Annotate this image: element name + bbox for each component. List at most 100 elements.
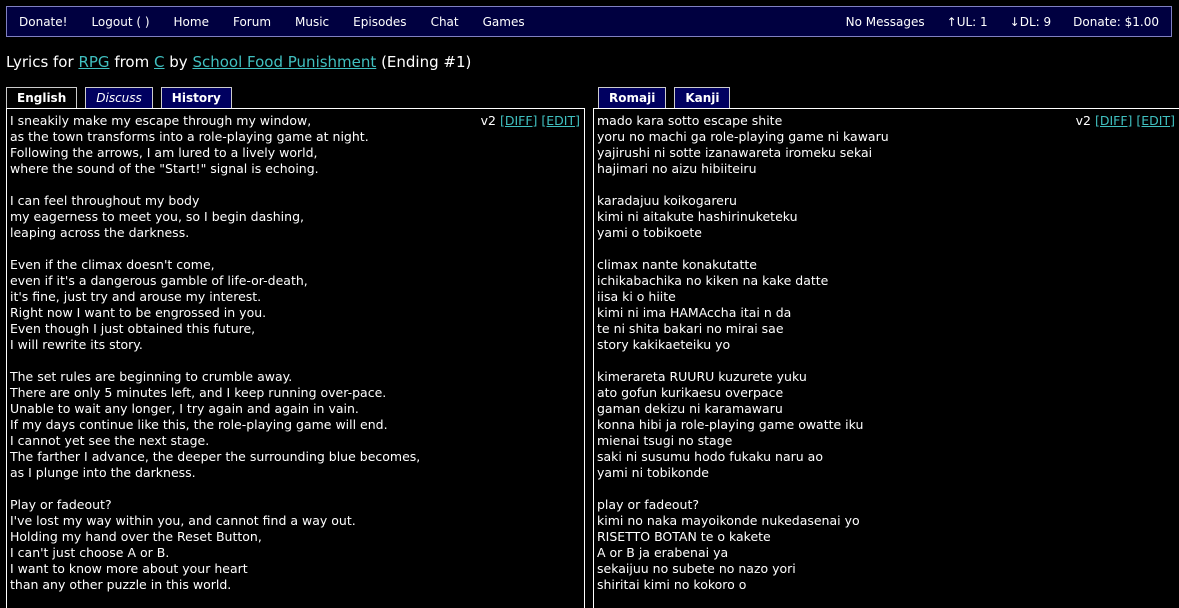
nav-chat-link[interactable]: Chat (431, 15, 459, 29)
lyric-line: climax nante konakutatte (597, 257, 757, 272)
donate-total: Donate: $1.00 (1073, 14, 1159, 29)
tab-history[interactable]: History (160, 87, 232, 108)
left-version-info: v2 [DIFF] [EDIT] (481, 113, 580, 129)
lyric-line (10, 481, 581, 497)
lyric-line: where the sound of the "Start!" signal i… (10, 161, 319, 176)
lyric-line: Following the arrows, I am lured to a li… (10, 145, 318, 160)
lyric-line: yami ni tobikonde (597, 465, 709, 480)
lyric-line: There are only 5 minutes left, and I kee… (10, 385, 387, 400)
nav-donate-link[interactable]: Donate! (19, 15, 67, 29)
status-area: No Messages ↑UL: 1 ↓DL: 9 Donate: $1.00 (824, 15, 1171, 29)
lyric-line: shiritai kimi no kokoro o (597, 577, 747, 592)
lyric-line: even if it's a dangerous gamble of life-… (10, 273, 308, 288)
lyric-line: I cannot yet see the next stage. (10, 433, 210, 448)
lyric-line: my eagerness to meet you, so I begin das… (10, 209, 304, 224)
song-link[interactable]: RPG (78, 53, 109, 71)
nav-episodes-link[interactable]: Episodes (353, 15, 406, 29)
nav-logout-link[interactable]: Logout ( ) (91, 15, 149, 29)
lyric-line: than any other puzzle in this world. (10, 577, 232, 592)
tab-discuss[interactable]: Discuss (85, 87, 153, 108)
lyric-line: A or B ja erabenai ya (597, 545, 729, 560)
lyric-line (10, 353, 581, 369)
lyric-line: kimi no naka mayoikonde nukedasenai yo (597, 513, 860, 528)
lyric-line: te ni shita bakari no mirai sae (597, 321, 784, 336)
lyric-line: play or fadeout? (597, 497, 699, 512)
lyric-line: ato gofun kurikaesu overpace (597, 385, 784, 400)
tab-romaji[interactable]: Romaji (598, 87, 667, 108)
lyric-line: kimi ni ima HAMAccha itai n da (597, 305, 792, 320)
messages-status[interactable]: No Messages (846, 15, 925, 29)
title-prefix: Lyrics for (6, 53, 74, 71)
lyric-line: I can feel throughout my body (10, 193, 200, 208)
left-tab-bar: English Discuss History (6, 87, 240, 108)
right-version-label: v2 (1075, 113, 1091, 128)
romaji-lyrics-text: mado kara sotto escape shite yoru no mach… (594, 109, 1179, 593)
lyric-line: Unable to wait any longer, I try again a… (10, 401, 359, 416)
lyric-line: kimi ni aitakute hashirinuketeku (597, 209, 798, 224)
tab-english[interactable]: English (6, 87, 78, 108)
lyric-line: RISETTO BOTAN te o kakete (597, 529, 771, 544)
lyric-line (597, 177, 1176, 193)
nav-music-link[interactable]: Music (295, 15, 329, 29)
lyric-line: hajimari no aizu hibiiteiru (597, 161, 757, 176)
lyric-line (10, 177, 581, 193)
lyric-line: yoru no machi ga role-playing game ni ka… (597, 129, 889, 144)
lyric-line: Play or fadeout? (10, 497, 112, 512)
lyric-line: story kakikaeteiku yo (597, 337, 731, 352)
lyric-line: ichikabachika no kiken na kake datte (597, 273, 829, 288)
artist-link[interactable]: School Food Punishment (192, 53, 376, 71)
right-diff-link[interactable]: [DIFF] (1095, 113, 1132, 128)
lyric-line: Right now I want to be engrossed in you. (10, 305, 267, 320)
left-edit-link[interactable]: [EDIT] (541, 113, 580, 128)
lyric-line (10, 241, 581, 257)
lyric-line: Holding my hand over the Reset Button, (10, 529, 262, 544)
lyric-line: I will rewrite its story. (10, 337, 143, 352)
lyric-line: Even if the climax doesn't come, (10, 257, 215, 272)
nav-home-link[interactable]: Home (174, 15, 209, 29)
lyric-line: iisa ki o hiite (597, 289, 676, 304)
romaji-lyrics-panel: v2 [DIFF] [EDIT] mado kara sotto escape … (593, 108, 1179, 608)
nav-forum-link[interactable]: Forum (233, 15, 271, 29)
lyric-line: konna hibi ja role-playing game owatte i… (597, 417, 864, 432)
lyric-line: it's fine, just try and arouse my intere… (10, 289, 262, 304)
lyric-line: The farther I advance, the deeper the su… (10, 449, 421, 464)
lyric-line (597, 481, 1176, 497)
lyric-line: Even though I just obtained this future, (10, 321, 256, 336)
lyric-line: mienai tsugi no stage (597, 433, 733, 448)
lyric-line: saki ni susumu hodo fukaku naru ao (597, 449, 823, 464)
upload-count: ↑UL: 1 (946, 14, 988, 29)
lyric-line: I can't just choose A or B. (10, 545, 170, 560)
lyric-line: yajirushi ni sotte izanawareta iromeku s… (597, 145, 873, 160)
left-diff-link[interactable]: [DIFF] (500, 113, 537, 128)
right-version-info: v2 [DIFF] [EDIT] (1076, 113, 1175, 129)
right-edit-link[interactable]: [EDIT] (1136, 113, 1175, 128)
lyric-line (597, 353, 1176, 369)
tab-kanji[interactable]: Kanji (674, 87, 731, 108)
lyric-line: leaping across the darkness. (10, 225, 190, 240)
title-from: from (114, 53, 150, 71)
page-title: Lyrics for RPG from C by School Food Pun… (6, 53, 471, 71)
anime-link[interactable]: C (154, 53, 164, 71)
top-nav-bar: Donate! Logout ( ) Home Forum Music Epis… (6, 6, 1172, 37)
right-tab-bar: Romaji Kanji (598, 87, 738, 108)
lyric-line: as I plunge into the darkness. (10, 465, 196, 480)
lyric-line: The set rules are beginning to crumble a… (10, 369, 293, 384)
nav-links: Donate! Logout ( ) Home Forum Music Epis… (7, 15, 537, 29)
lyric-line: I want to know more about your heart (10, 561, 248, 576)
english-lyrics-panel: v2 [DIFF] [EDIT] I sneakily make my esca… (6, 108, 585, 608)
lyric-line (597, 241, 1176, 257)
lyric-line: as the town transforms into a role-playi… (10, 129, 369, 144)
title-suffix: (Ending #1) (381, 53, 472, 71)
lyric-line: If my days continue like this, the role-… (10, 417, 388, 432)
lyric-line: karadajuu koikogareru (597, 193, 737, 208)
lyric-line: gaman dekizu ni karamawaru (597, 401, 783, 416)
title-by: by (169, 53, 188, 71)
lyric-line: kimerareta RUURU kuzurete yuku (597, 369, 807, 384)
left-version-label: v2 (480, 113, 496, 128)
nav-games-link[interactable]: Games (483, 15, 525, 29)
english-lyrics-text: I sneakily make my escape through my win… (7, 109, 584, 593)
download-count: ↓DL: 9 (1009, 14, 1052, 29)
lyric-line: yami o tobikoete (597, 225, 702, 240)
lyric-line: I've lost my way within you, and cannot … (10, 513, 356, 528)
lyric-line: sekaijuu no subete no nazo yori (597, 561, 796, 576)
